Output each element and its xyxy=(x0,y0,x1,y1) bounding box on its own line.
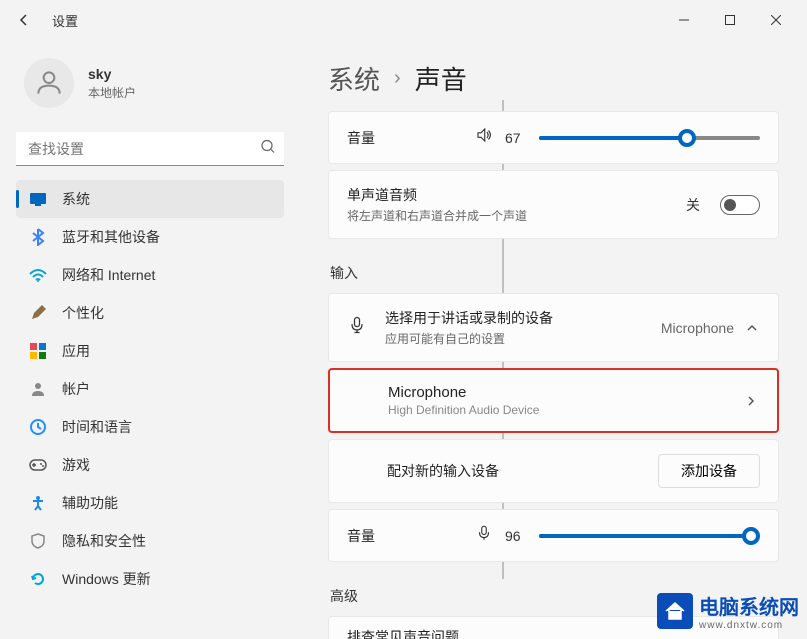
toggle-state-label: 关 xyxy=(686,195,700,215)
accounts-icon xyxy=(28,379,48,399)
microphone-device-row[interactable]: Microphone High Definition Audio Device xyxy=(328,368,779,433)
nav-label: 应用 xyxy=(62,341,90,361)
minimize-button[interactable] xyxy=(661,4,707,36)
main-content: 系统 › 声音 音量 67 xyxy=(300,40,807,639)
search-icon[interactable] xyxy=(260,139,276,160)
input-volume-value: 96 xyxy=(505,528,527,544)
output-volume-card[interactable]: 音量 67 xyxy=(328,111,779,164)
gaming-icon xyxy=(28,455,48,475)
sidebar-item-apps[interactable]: 应用 xyxy=(16,332,284,370)
user-info[interactable]: sky 本地帐户 xyxy=(16,50,300,124)
mono-toggle[interactable] xyxy=(720,195,760,215)
watermark: 电脑系统网 www.dnxtw.com xyxy=(657,591,799,631)
nav-label: 帐户 xyxy=(62,379,90,399)
sidebar-item-bluetooth[interactable]: 蓝牙和其他设备 xyxy=(16,218,284,256)
sidebar-item-privacy[interactable]: 隐私和安全性 xyxy=(16,522,284,560)
nav-label: 游戏 xyxy=(62,455,90,475)
sidebar-item-network[interactable]: 网络和 Internet xyxy=(16,256,284,294)
volume-slider[interactable] xyxy=(539,136,760,140)
nav-label: 时间和语言 xyxy=(62,417,132,437)
speaker-icon xyxy=(475,126,493,149)
avatar xyxy=(24,58,74,108)
sidebar-item-personalize[interactable]: 个性化 xyxy=(16,294,284,332)
close-button[interactable] xyxy=(753,4,799,36)
nav-label: 网络和 Internet xyxy=(62,265,155,285)
select-device-title: 选择用于讲话或录制的设备 xyxy=(385,308,553,328)
sidebar-item-time[interactable]: 时间和语言 xyxy=(16,408,284,446)
bluetooth-icon xyxy=(28,227,48,247)
chevron-up-icon[interactable] xyxy=(744,320,760,336)
breadcrumb: 系统 › 声音 xyxy=(328,60,779,97)
pair-label: 配对新的输入设备 xyxy=(387,461,499,481)
sidebar-item-accounts[interactable]: 帐户 xyxy=(16,370,284,408)
update-icon xyxy=(28,569,48,589)
time-icon xyxy=(28,417,48,437)
network-icon xyxy=(28,265,48,285)
nav-label: 系统 xyxy=(62,189,90,209)
chevron-right-icon[interactable] xyxy=(743,393,759,409)
user-name: sky xyxy=(88,66,136,82)
watermark-logo-icon xyxy=(657,593,693,629)
mono-title: 单声道音频 xyxy=(347,185,527,205)
accessibility-icon xyxy=(28,493,48,513)
sidebar: sky 本地帐户 系统蓝牙和其他设备网络和 Internet 个性化应用帐户时间和… xyxy=(0,40,300,639)
breadcrumb-parent[interactable]: 系统 xyxy=(328,60,380,97)
sidebar-item-update[interactable]: Windows 更新 xyxy=(16,560,284,598)
mono-audio-card[interactable]: 单声道音频 将左声道和右声道合并成一个声道 关 xyxy=(328,170,779,239)
select-device-sub: 应用可能有自己的设置 xyxy=(385,330,553,347)
microphone-icon xyxy=(475,524,493,547)
search-input[interactable] xyxy=(16,132,284,166)
mic-device-name: High Definition Audio Device xyxy=(388,403,539,417)
back-button[interactable] xyxy=(8,4,40,36)
input-volume-card[interactable]: 音量 96 xyxy=(328,509,779,562)
nav-label: 蓝牙和其他设备 xyxy=(62,227,160,247)
volume-value: 67 xyxy=(505,130,527,146)
add-device-button[interactable]: 添加设备 xyxy=(658,454,760,488)
system-icon xyxy=(28,189,48,209)
nav-label: 隐私和安全性 xyxy=(62,531,146,551)
nav-label: 辅助功能 xyxy=(62,493,118,513)
selected-device: Microphone xyxy=(661,320,734,336)
input-section-label: 输入 xyxy=(330,263,779,283)
breadcrumb-current: 声音 xyxy=(415,60,467,97)
volume-label: 音量 xyxy=(347,128,375,148)
watermark-url: www.dnxtw.com xyxy=(699,620,799,631)
microphone-icon xyxy=(347,315,367,340)
nav-label: 个性化 xyxy=(62,303,104,323)
sidebar-item-accessibility[interactable]: 辅助功能 xyxy=(16,484,284,522)
mono-subtitle: 将左声道和右声道合并成一个声道 xyxy=(347,207,527,224)
personalize-icon xyxy=(28,303,48,323)
apps-icon xyxy=(28,341,48,361)
watermark-text: 电脑系统网 xyxy=(699,591,799,620)
input-volume-label: 音量 xyxy=(347,526,375,546)
pair-input-device-row: 配对新的输入设备 添加设备 xyxy=(328,439,779,503)
chevron-right-icon: › xyxy=(394,67,401,90)
maximize-button[interactable] xyxy=(707,4,753,36)
mic-name: Microphone xyxy=(388,384,539,401)
input-device-select-card[interactable]: 选择用于讲话或录制的设备 应用可能有自己的设置 Microphone xyxy=(328,293,779,362)
user-type: 本地帐户 xyxy=(88,84,136,101)
sidebar-item-gaming[interactable]: 游戏 xyxy=(16,446,284,484)
sidebar-item-system[interactable]: 系统 xyxy=(16,180,284,218)
nav-label: Windows 更新 xyxy=(62,569,151,589)
window-title: 设置 xyxy=(52,11,78,30)
input-volume-slider[interactable] xyxy=(539,534,760,538)
privacy-icon xyxy=(28,531,48,551)
